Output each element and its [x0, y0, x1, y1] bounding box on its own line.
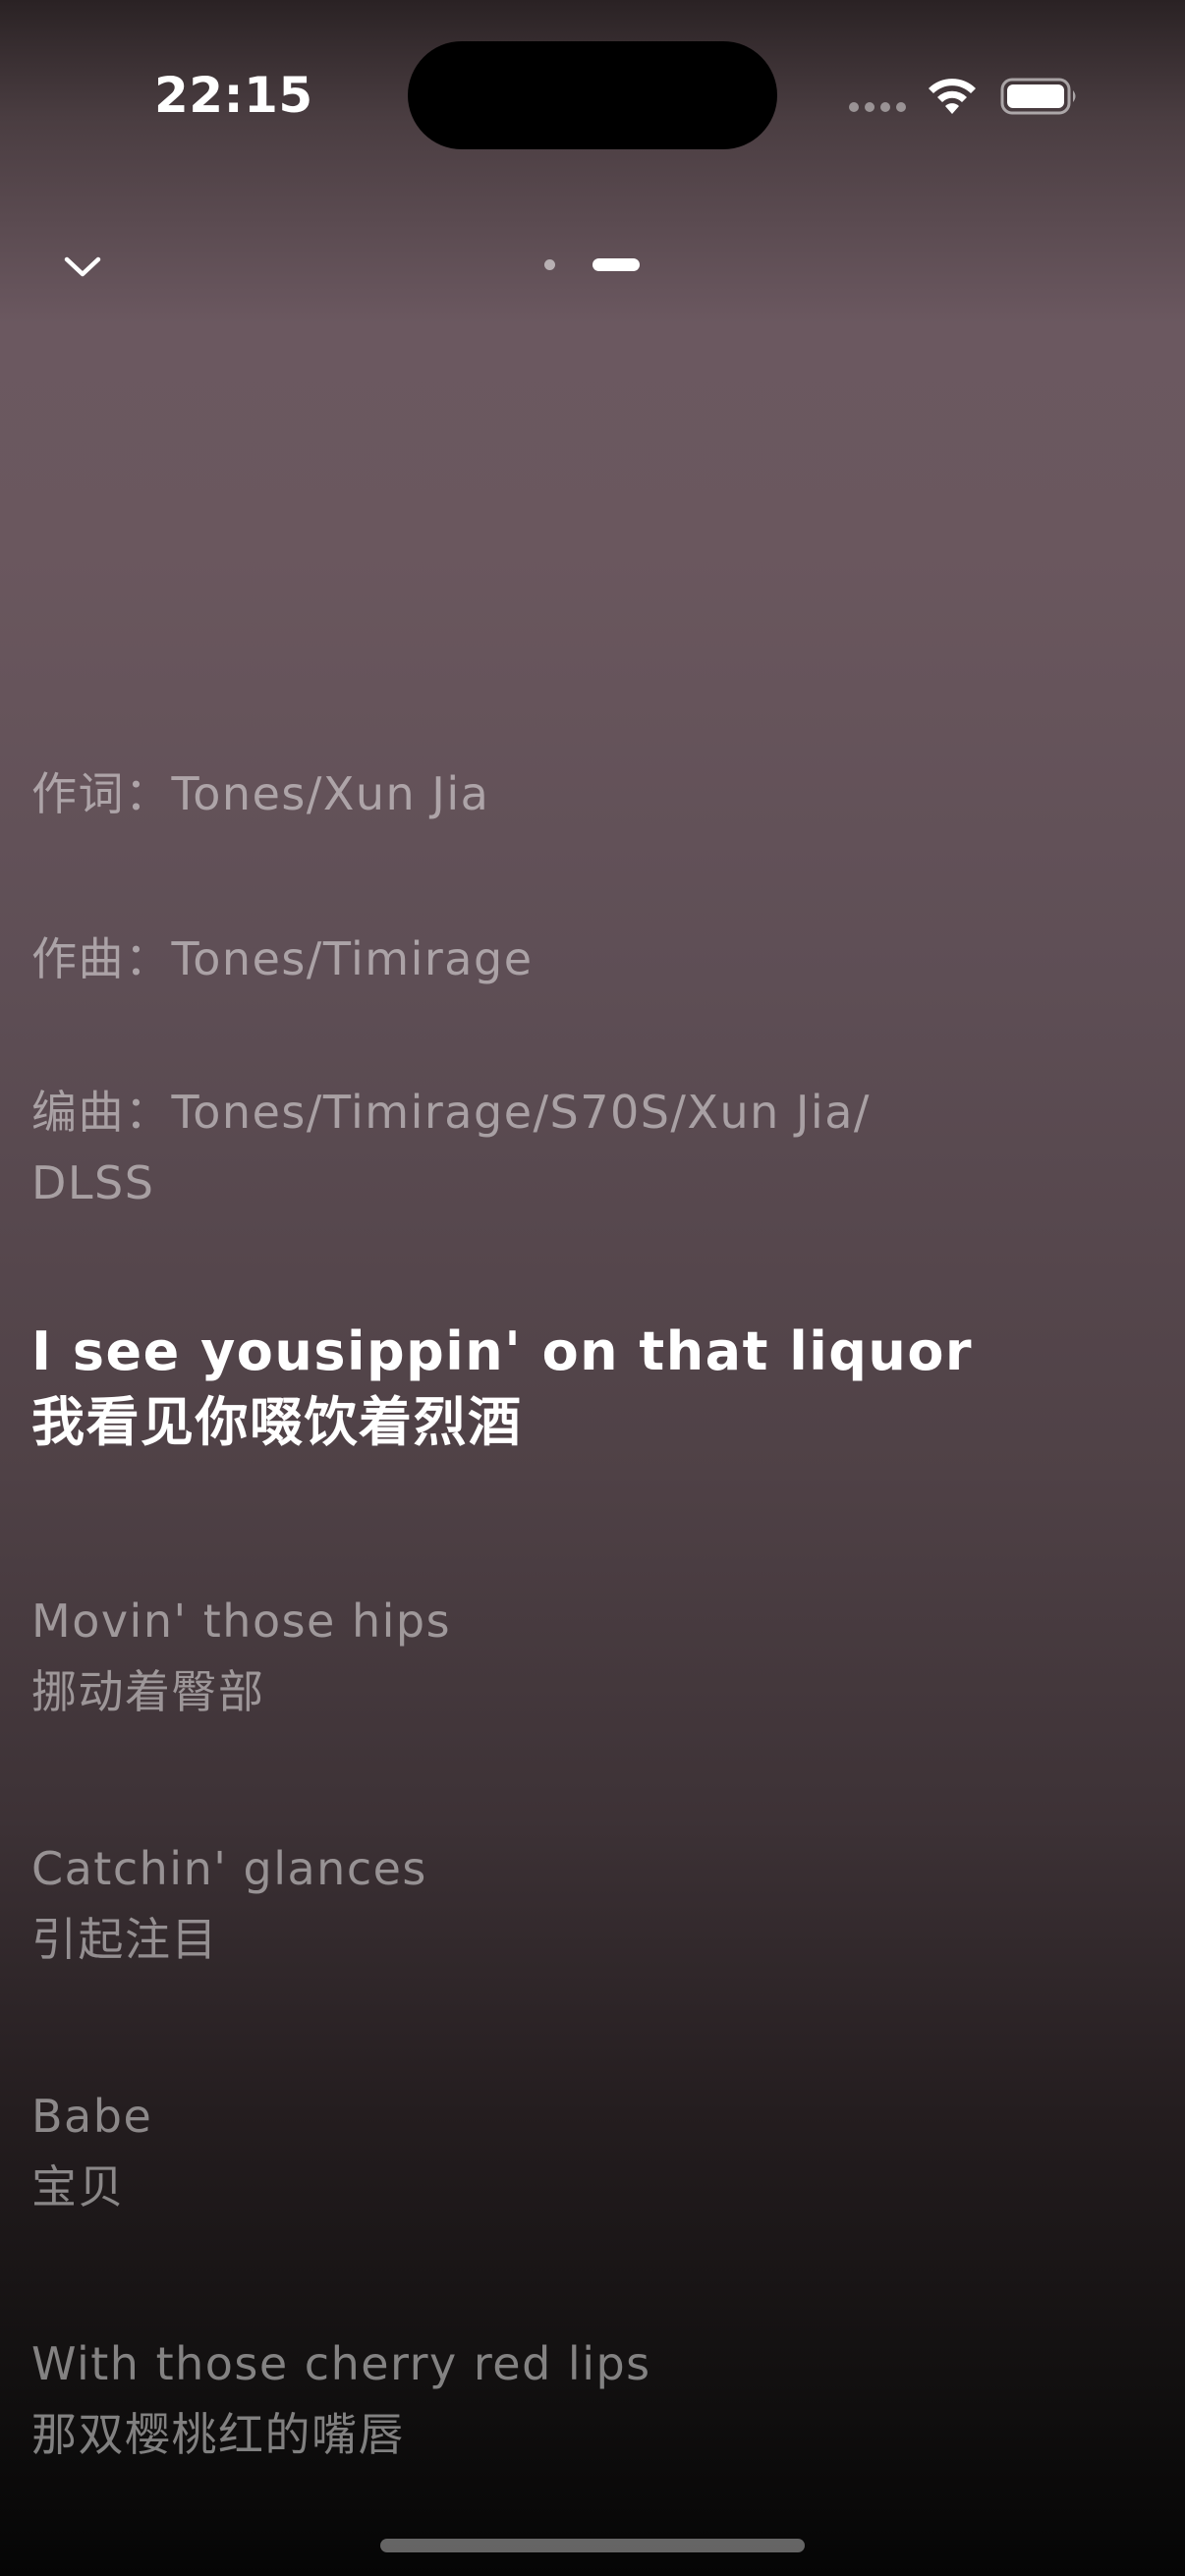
battery-icon: [1000, 78, 1076, 115]
player-top-controls: [0, 196, 1185, 334]
lyric-translation: 我看见你啜饮着烈酒: [31, 1391, 523, 1453]
lyric-line[interactable]: Catchin' glances 引起注目: [31, 1833, 427, 1975]
credit-text-continued: DLSS: [31, 1156, 155, 1209]
credit-text: 作曲：Tones/Timirage: [31, 932, 534, 985]
collapse-button[interactable]: [51, 236, 114, 299]
lyric-original: Babe: [31, 2090, 153, 2143]
lyric-translation: 挪动着臀部: [31, 1665, 265, 1718]
chevron-down-icon: [64, 256, 101, 277]
lyric-line[interactable]: Movin' those hips 挪动着臀部: [31, 1586, 451, 1727]
lyric-original: Catchin' glances: [31, 1842, 427, 1895]
page-indicator: [540, 253, 649, 277]
lyric-credit-arranger[interactable]: 编曲：Tones/Timirage/S70S/Xun Jia/ DLSS: [31, 1077, 871, 1218]
lyric-credit-composer[interactable]: 作曲：Tones/Timirage: [31, 924, 534, 994]
status-bar: 22:15: [0, 0, 1185, 187]
status-time: 22:15: [154, 67, 313, 124]
lyric-translation: 宝贝: [31, 2160, 125, 2213]
cellular-signal-icon: [849, 102, 906, 112]
page-dot-1[interactable]: [544, 259, 555, 270]
credit-text: 作词：Tones/Xun Jia: [31, 767, 490, 820]
lyric-translation: 引起注目: [31, 1913, 218, 1966]
lyric-translation: 那双樱桃红的嘴唇: [31, 2408, 405, 2461]
lyric-original: I see yousippin' on that liquor: [31, 1320, 974, 1382]
page-dot-2-active[interactable]: [592, 258, 640, 271]
lyric-line[interactable]: With those cherry red lips 那双樱桃红的嘴唇: [31, 2328, 651, 2470]
wifi-icon: [929, 79, 976, 114]
lyric-line-active[interactable]: I see yousippin' on that liquor 我看见你啜饮着烈…: [31, 1316, 973, 1458]
lyric-original: Movin' those hips: [31, 1595, 452, 1648]
lyric-line[interactable]: Babe 宝贝: [31, 2081, 152, 2222]
dynamic-island: [408, 41, 777, 149]
lyric-credit-lyricist[interactable]: 作词：Tones/Xun Jia: [31, 758, 489, 829]
home-indicator[interactable]: [380, 2539, 805, 2552]
credit-text: 编曲：Tones/Timirage/S70S/Xun Jia/: [31, 1086, 871, 1139]
lyric-original: With those cherry red lips: [31, 2337, 651, 2390]
